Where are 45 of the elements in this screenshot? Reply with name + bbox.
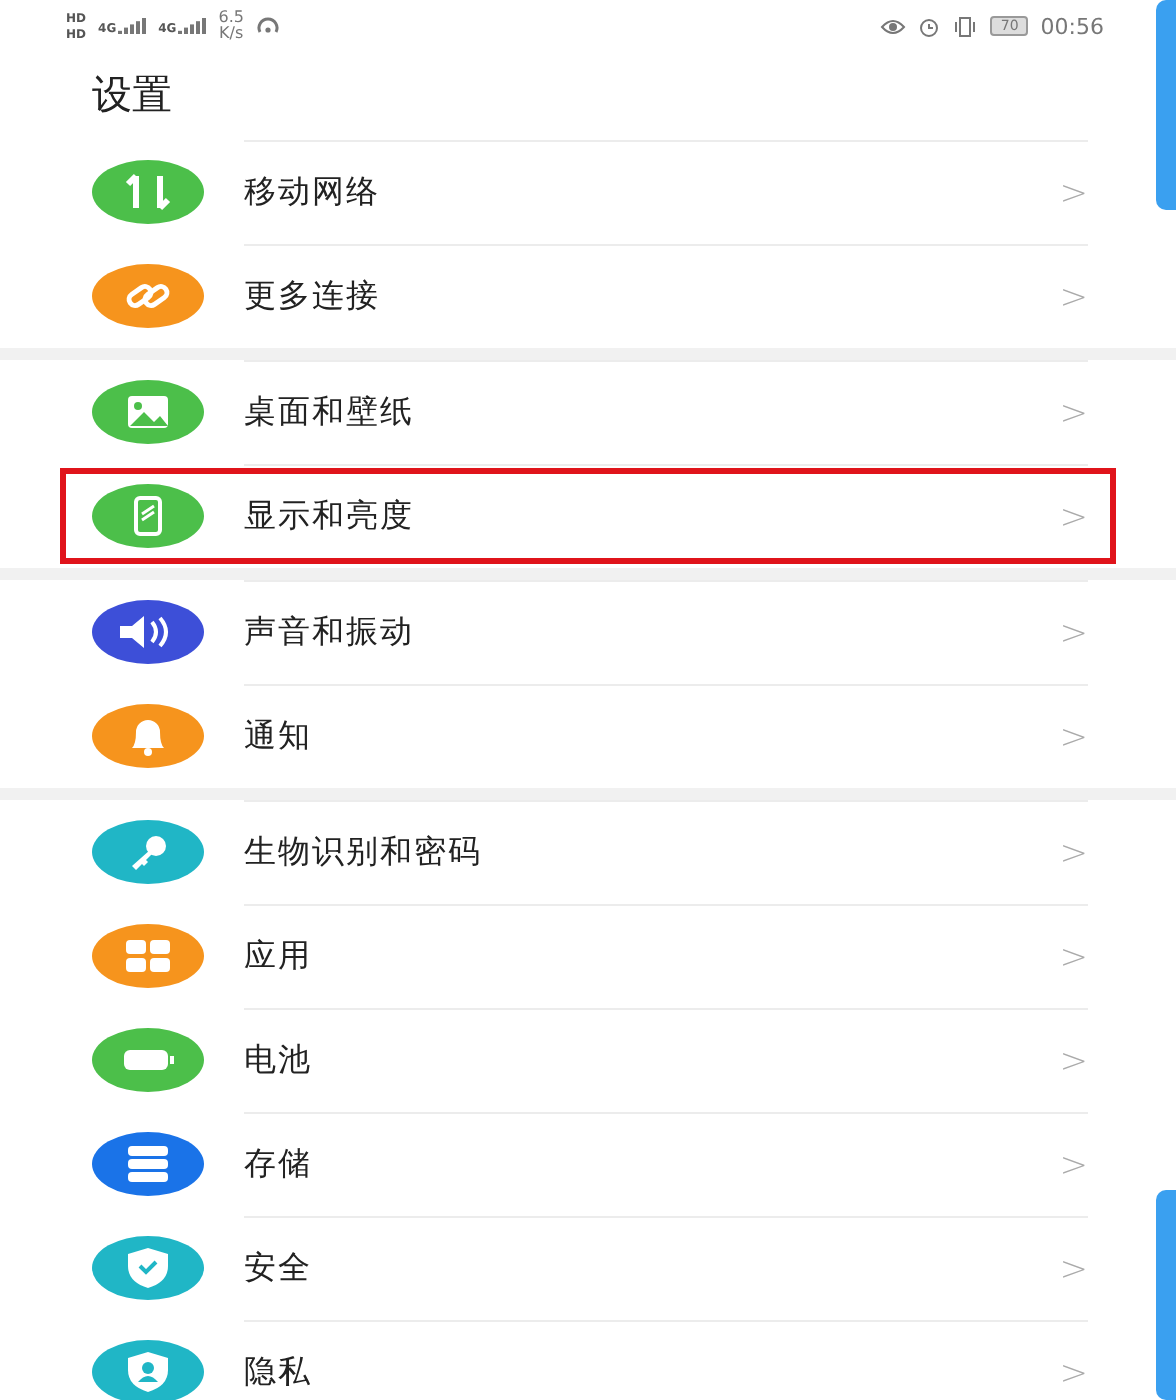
item-label: 显示和亮度 [244,496,416,538]
signal-icon [178,17,207,35]
item-label: 安全 [244,1248,314,1290]
page-title: 设置 [92,68,174,122]
chevron: > [1059,717,1088,757]
clock: 00:56 [1040,13,1104,39]
speed-value: 6.5 [218,10,244,26]
speed-unit: K/s [219,26,244,42]
item-label: 通知 [244,716,314,758]
eye-icon [880,17,907,35]
settings-item[interactable]: 应用 > [0,904,1156,1008]
item-label: 电池 [244,1040,314,1082]
chevron: > [1059,613,1088,653]
settings-item[interactable]: 移动网络 > [0,140,1156,244]
chevron: > [1059,173,1088,213]
chevron: > [1059,833,1088,873]
item-label: 生物识别和密码 [244,832,484,874]
item-label: 隐私 [244,1352,314,1394]
signal-icon [118,17,147,35]
hotspot-icon [255,16,280,36]
settings-item[interactable]: 显示和亮度 > [0,464,1156,568]
scrollbar[interactable] [1156,0,1176,210]
item-label: 更多连接 [244,276,382,318]
item-label: 桌面和壁纸 [244,392,416,434]
settings-item[interactable]: 存储 > [0,1112,1156,1216]
settings-item[interactable]: 生物识别和密码 > [0,800,1156,904]
alarm-icon [918,15,941,37]
chevron: > [1059,497,1088,537]
settings-item[interactable]: 电池 > [0,1008,1156,1112]
chevron: > [1059,1145,1088,1185]
chevron: > [1059,1249,1088,1289]
settings-item[interactable]: 声音和振动 > [0,580,1156,684]
settings-item[interactable]: 桌面和壁纸 > [0,360,1156,464]
chevron: > [1059,277,1088,317]
item-label: 声音和振动 [244,612,416,654]
chevron: > [1059,393,1088,433]
chevron: > [1059,1353,1088,1393]
scrollbar[interactable] [1156,1190,1176,1400]
vibrate-icon [952,15,979,37]
item-label: 移动网络 [244,172,382,214]
item-label: 应用 [244,936,314,978]
chevron: > [1059,1041,1088,1081]
item-label: 存储 [244,1144,314,1186]
chevron: > [1059,937,1088,977]
settings-item[interactable]: 安全 > [0,1216,1156,1320]
